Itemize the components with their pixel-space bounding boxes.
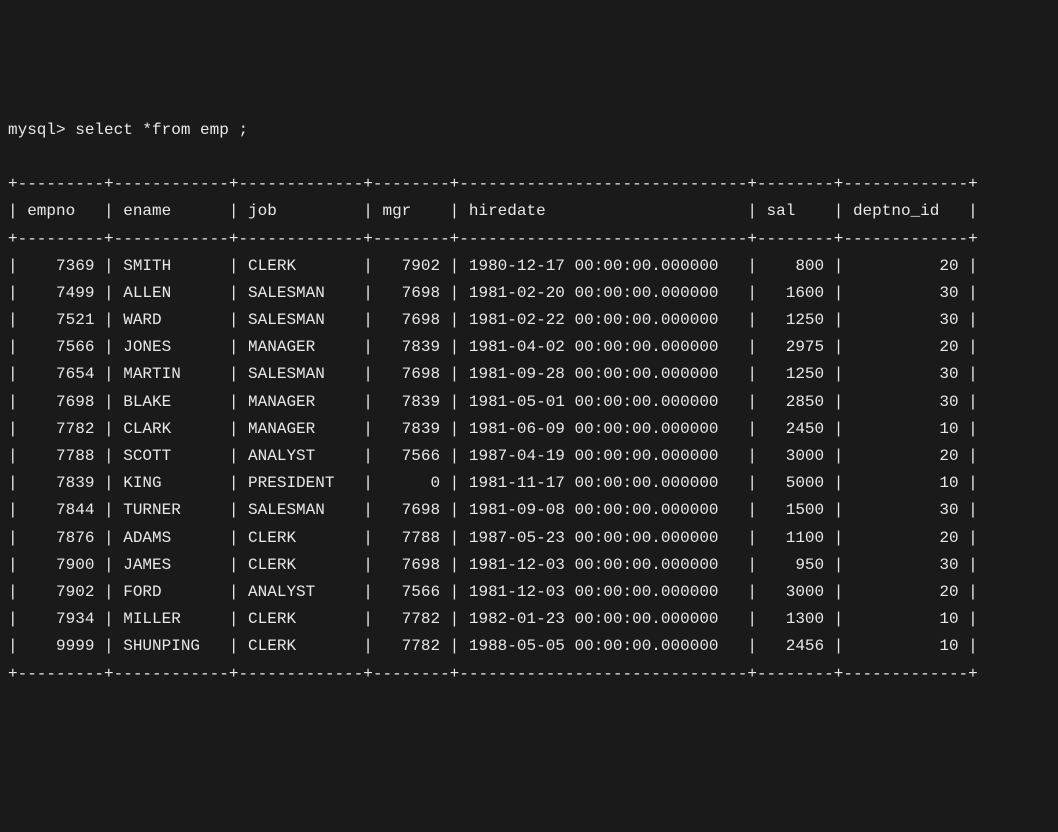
table-row: | 7499 | ALLEN | SALESMAN | 7698 | 1981-… [8, 280, 1050, 307]
table-row: | 7934 | MILLER | CLERK | 7782 | 1982-01… [8, 606, 1050, 633]
table-border-bottom: +---------+------------+-------------+--… [8, 661, 1050, 688]
sql-prompt-line[interactable]: mysql> select *from emp ; [8, 117, 1050, 144]
table-border-top: +---------+------------+-------------+--… [8, 171, 1050, 198]
table-header-row: | empno | ename | job | mgr | hiredate |… [8, 198, 1050, 225]
table-row: | 7782 | CLARK | MANAGER | 7839 | 1981-0… [8, 416, 1050, 443]
table-row: | 7788 | SCOTT | ANALYST | 7566 | 1987-0… [8, 443, 1050, 470]
table-row: | 7844 | TURNER | SALESMAN | 7698 | 1981… [8, 497, 1050, 524]
table-row: | 7654 | MARTIN | SALESMAN | 7698 | 1981… [8, 361, 1050, 388]
table-row: | 9999 | SHUNPING | CLERK | 7782 | 1988-… [8, 633, 1050, 660]
table-row: | 7902 | FORD | ANALYST | 7566 | 1981-12… [8, 579, 1050, 606]
table-row: | 7876 | ADAMS | CLERK | 7788 | 1987-05-… [8, 525, 1050, 552]
table-row: | 7566 | JONES | MANAGER | 7839 | 1981-0… [8, 334, 1050, 361]
table-row: | 7839 | KING | PRESIDENT | 0 | 1981-11-… [8, 470, 1050, 497]
table-row: | 7369 | SMITH | CLERK | 7902 | 1980-12-… [8, 253, 1050, 280]
table-border-mid: +---------+------------+-------------+--… [8, 226, 1050, 253]
query-result-table: +---------+------------+-------------+--… [8, 171, 1050, 688]
sql-prompt-text: mysql> select *from emp ; [8, 121, 248, 139]
table-row: | 7521 | WARD | SALESMAN | 7698 | 1981-0… [8, 307, 1050, 334]
table-row: | 7900 | JAMES | CLERK | 7698 | 1981-12-… [8, 552, 1050, 579]
table-row: | 7698 | BLAKE | MANAGER | 7839 | 1981-0… [8, 389, 1050, 416]
